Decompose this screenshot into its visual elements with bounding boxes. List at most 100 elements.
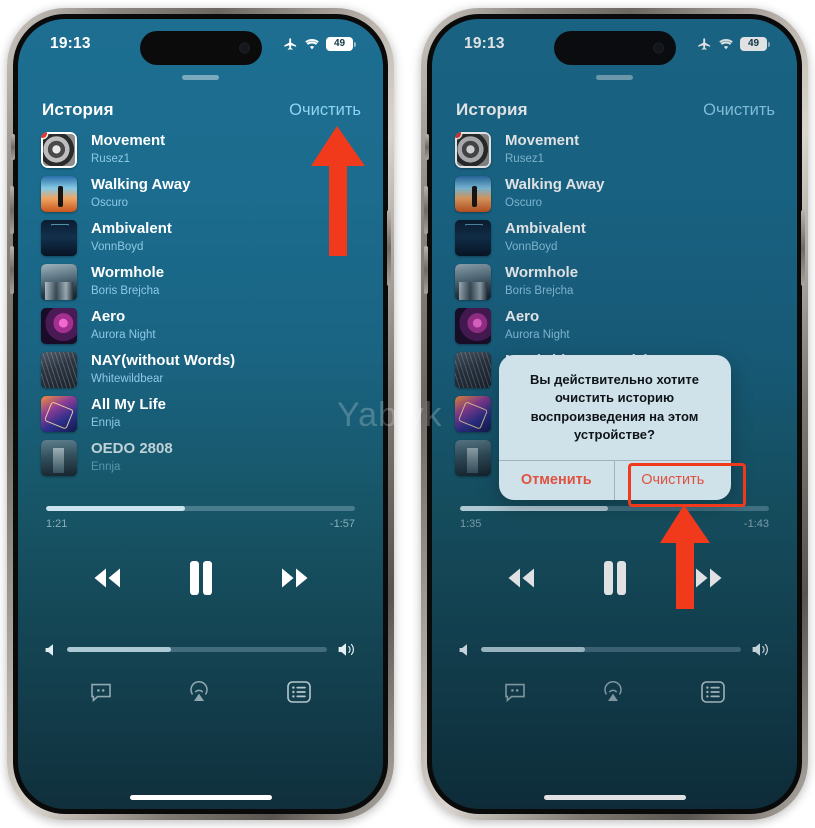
progress-times: 1:35 -1:43 (460, 518, 769, 530)
volume-fill (481, 647, 585, 652)
volume-down-button[interactable] (424, 246, 428, 294)
track-row[interactable]: Movement Rusez1 (432, 128, 797, 172)
alert-confirm-button[interactable]: Очистить (614, 460, 731, 500)
clear-history-button[interactable]: Очистить (289, 101, 361, 120)
home-indicator[interactable] (543, 795, 686, 800)
album-art (455, 220, 491, 256)
phone-left-body: 19:13 49 История Очистить Movement Rusez… (10, 14, 391, 814)
queue-button[interactable] (287, 681, 311, 708)
track-row[interactable]: Walking Away Oscuro (432, 172, 797, 216)
progress-fill (460, 506, 609, 511)
album-art (455, 308, 491, 344)
airplane-mode-icon (284, 37, 297, 50)
front-camera-icon (238, 42, 250, 54)
track-meta: Aero Aurora Night (91, 308, 156, 343)
volume-slider[interactable] (67, 647, 327, 652)
track-row[interactable]: Aero Aurora Night (18, 304, 383, 348)
annotation-arrow-confirm (660, 505, 710, 609)
rewind-icon (94, 568, 120, 588)
progress-bar[interactable] (46, 506, 355, 511)
track-artist: Rusez1 (91, 152, 130, 165)
transport-controls-right (432, 560, 797, 596)
album-art (41, 396, 77, 432)
playback-progress-left[interactable]: 1:21 -1:57 (46, 506, 355, 530)
track-title: Aero (505, 307, 540, 325)
battery-indicator: 49 (740, 37, 770, 51)
home-indicator[interactable] (129, 795, 272, 800)
track-artist: Oscuro (505, 196, 543, 209)
lyrics-button[interactable] (504, 682, 526, 708)
track-row[interactable]: OEDO 2808 Ennja (18, 436, 383, 480)
elapsed-time: 1:21 (46, 518, 68, 530)
power-button[interactable] (387, 210, 391, 286)
airplay-icon (604, 681, 623, 701)
volume-slider[interactable] (481, 647, 741, 652)
phone-left-screen: 19:13 49 История Очистить Movement Rusez… (18, 19, 383, 809)
pause-button[interactable] (187, 560, 215, 596)
status-clock: 19:13 (50, 35, 91, 52)
history-header: История Очистить (18, 80, 383, 126)
volume-control-right[interactable] (458, 642, 771, 657)
track-row[interactable]: Ambivalent VonnBoyd (432, 216, 797, 260)
track-row[interactable]: NAY(without Words) Whitewildbear (18, 348, 383, 392)
rewind-button[interactable] (501, 565, 541, 591)
track-title: Ambivalent (505, 219, 586, 237)
volume-low-icon (459, 643, 467, 656)
track-row[interactable]: Wormhole Boris Brejcha (432, 260, 797, 304)
volume-low-icon (45, 643, 53, 656)
track-meta: Walking Away Oscuro (505, 176, 604, 211)
volume-up-button[interactable] (424, 186, 428, 234)
track-meta: Ambivalent VonnBoyd (505, 219, 586, 255)
bottom-toolbar-right (466, 681, 763, 708)
airplay-button[interactable] (601, 681, 625, 708)
track-meta: All My Life Ennja (91, 396, 166, 431)
rewind-button[interactable] (87, 565, 127, 591)
front-camera-icon (652, 42, 664, 54)
remaining-time: -1:43 (743, 518, 769, 530)
battery-percentage: 49 (747, 38, 760, 49)
track-meta: Movement Rusez1 (505, 132, 579, 167)
album-art (455, 440, 491, 476)
bottom-toolbar-left (52, 681, 349, 708)
queue-list-icon (701, 681, 725, 703)
track-artist: Oscuro (91, 196, 129, 209)
airplay-button[interactable] (187, 681, 211, 708)
pause-button[interactable] (601, 560, 629, 596)
track-row[interactable]: Aero Aurora Night (432, 304, 797, 348)
fast-forward-button[interactable] (275, 565, 315, 591)
alert-cancel-button[interactable]: Отменить (499, 461, 615, 500)
clear-history-button[interactable]: Очистить (703, 101, 775, 120)
track-artist: Whitewildbear (91, 372, 164, 385)
track-title: OEDO 2808 (91, 439, 173, 457)
track-artist: Aurora Night (91, 328, 156, 341)
silent-switch[interactable] (425, 134, 429, 160)
track-title: NAY(without Words) (91, 351, 236, 369)
queue-button[interactable] (701, 681, 725, 708)
progress-fill (46, 506, 186, 511)
album-art (455, 352, 491, 388)
track-row[interactable]: Wormhole Boris Brejcha (18, 260, 383, 304)
power-button[interactable] (801, 210, 805, 286)
volume-control-left[interactable] (44, 642, 357, 657)
history-header: История Очистить (432, 80, 797, 126)
album-art (41, 352, 77, 388)
silent-switch[interactable] (11, 134, 15, 160)
lyrics-button[interactable] (90, 682, 112, 708)
volume-up-button[interactable] (10, 186, 14, 234)
track-artist: Rusez1 (505, 152, 544, 165)
progress-times: 1:21 -1:57 (46, 518, 355, 530)
track-artist: VonnBoyd (505, 240, 558, 253)
playback-progress-right[interactable]: 1:35 -1:43 (460, 506, 769, 530)
phone-right: 19:13 49 История Очистить Movement Rusez… (421, 8, 808, 820)
track-artist: Ennja (91, 416, 121, 429)
history-title: История (42, 100, 114, 119)
track-title: Movement (91, 131, 166, 149)
pause-icon (189, 561, 212, 595)
track-row[interactable]: All My Life Ennja (18, 392, 383, 436)
album-art (41, 264, 77, 300)
progress-bar[interactable] (460, 506, 769, 511)
fast-forward-icon (281, 568, 307, 588)
elapsed-time: 1:35 (460, 518, 482, 530)
volume-down-button[interactable] (10, 246, 14, 294)
track-artist: Boris Brejcha (91, 284, 160, 297)
